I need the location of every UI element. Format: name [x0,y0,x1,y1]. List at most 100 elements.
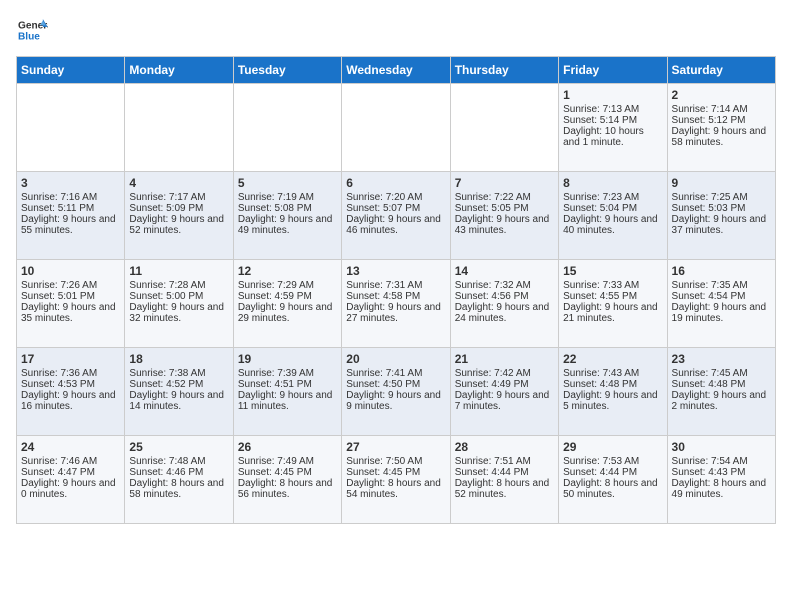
day-info: Sunrise: 7:54 AM [672,456,771,467]
day-info: Daylight: 9 hours and 46 minutes. [346,214,445,236]
calendar-week-row: 10Sunrise: 7:26 AMSunset: 5:01 PMDayligh… [17,260,776,348]
day-info: Sunset: 4:46 PM [129,467,228,478]
day-number: 14 [455,264,554,278]
day-info: Sunrise: 7:25 AM [672,192,771,203]
day-number: 4 [129,176,228,190]
day-info: Sunrise: 7:36 AM [21,368,120,379]
day-info: Sunrise: 7:49 AM [238,456,337,467]
day-number: 3 [21,176,120,190]
calendar-week-row: 3Sunrise: 7:16 AMSunset: 5:11 PMDaylight… [17,172,776,260]
day-info: Daylight: 9 hours and 7 minutes. [455,390,554,412]
day-info: Daylight: 9 hours and 2 minutes. [672,390,771,412]
calendar-cell: 6Sunrise: 7:20 AMSunset: 5:07 PMDaylight… [342,172,450,260]
day-info: Sunset: 4:44 PM [455,467,554,478]
day-info: Sunset: 4:52 PM [129,379,228,390]
calendar-cell [17,84,125,172]
calendar-cell [342,84,450,172]
day-info: Sunrise: 7:48 AM [129,456,228,467]
calendar-cell: 7Sunrise: 7:22 AMSunset: 5:05 PMDaylight… [450,172,558,260]
day-number: 11 [129,264,228,278]
day-info: Sunset: 4:50 PM [346,379,445,390]
day-info: Sunrise: 7:41 AM [346,368,445,379]
day-info: Daylight: 9 hours and 24 minutes. [455,302,554,324]
day-info: Daylight: 9 hours and 32 minutes. [129,302,228,324]
day-info: Daylight: 9 hours and 27 minutes. [346,302,445,324]
day-info: Sunset: 5:12 PM [672,115,771,126]
day-info: Sunset: 4:53 PM [21,379,120,390]
day-info: Sunrise: 7:19 AM [238,192,337,203]
day-info: Sunrise: 7:43 AM [563,368,662,379]
day-info: Daylight: 9 hours and 55 minutes. [21,214,120,236]
day-info: Daylight: 9 hours and 5 minutes. [563,390,662,412]
day-info: Sunset: 4:44 PM [563,467,662,478]
day-info: Sunset: 4:56 PM [455,291,554,302]
day-info: Sunset: 4:55 PM [563,291,662,302]
logo: General Blue [16,16,48,44]
day-number: 19 [238,352,337,366]
calendar-cell: 29Sunrise: 7:53 AMSunset: 4:44 PMDayligh… [559,436,667,524]
day-number: 2 [672,88,771,102]
day-info: Sunset: 5:05 PM [455,203,554,214]
day-info: Sunrise: 7:35 AM [672,280,771,291]
day-info: Sunset: 5:11 PM [21,203,120,214]
calendar-week-row: 24Sunrise: 7:46 AMSunset: 4:47 PMDayligh… [17,436,776,524]
calendar-day-header: Sunday [17,57,125,84]
calendar-cell: 13Sunrise: 7:31 AMSunset: 4:58 PMDayligh… [342,260,450,348]
day-number: 1 [563,88,662,102]
calendar-day-header: Tuesday [233,57,341,84]
day-info: Sunset: 4:45 PM [346,467,445,478]
calendar-cell: 25Sunrise: 7:48 AMSunset: 4:46 PMDayligh… [125,436,233,524]
day-info: Daylight: 9 hours and 11 minutes. [238,390,337,412]
day-number: 15 [563,264,662,278]
day-number: 10 [21,264,120,278]
day-info: Sunset: 4:47 PM [21,467,120,478]
day-number: 27 [346,440,445,454]
calendar-cell: 23Sunrise: 7:45 AMSunset: 4:48 PMDayligh… [667,348,775,436]
day-number: 20 [346,352,445,366]
day-number: 9 [672,176,771,190]
day-info: Daylight: 8 hours and 56 minutes. [238,478,337,500]
day-number: 7 [455,176,554,190]
calendar-cell: 19Sunrise: 7:39 AMSunset: 4:51 PMDayligh… [233,348,341,436]
day-info: Sunrise: 7:22 AM [455,192,554,203]
day-info: Sunrise: 7:13 AM [563,104,662,115]
calendar-cell: 9Sunrise: 7:25 AMSunset: 5:03 PMDaylight… [667,172,775,260]
calendar-cell: 12Sunrise: 7:29 AMSunset: 4:59 PMDayligh… [233,260,341,348]
calendar-cell [450,84,558,172]
calendar-cell: 17 Sunrise: 7:36 AMSunset: 4:53 PMDayligh… [17,348,125,436]
day-info: Sunrise: 7:50 AM [346,456,445,467]
day-info: Sunrise: 7:29 AM [238,280,337,291]
svg-text:Blue: Blue [18,31,40,42]
day-number: 8 [563,176,662,190]
calendar-cell: 26Sunrise: 7:49 AMSunset: 4:45 PMDayligh… [233,436,341,524]
header: General Blue [16,16,776,44]
day-number: 5 [238,176,337,190]
day-info: Sunset: 4:54 PM [672,291,771,302]
calendar-cell: 14Sunrise: 7:32 AMSunset: 4:56 PMDayligh… [450,260,558,348]
calendar-body: 1 Sunrise: 7:13 AMSunset: 5:14 PM Daylight… [17,84,776,524]
day-info: Sunrise: 7:39 AM [238,368,337,379]
day-info: Sunset: 5:09 PM [129,203,228,214]
day-info: Sunset: 4:48 PM [563,379,662,390]
day-number: 17 [21,352,120,366]
day-info: Daylight: 9 hours and 49 minutes. [238,214,337,236]
day-number: 30 [672,440,771,454]
calendar-cell: 5 Sunrise: 7:19 AMSunset: 5:08 PMDaylight… [233,172,341,260]
day-number: 26 [238,440,337,454]
calendar-cell: 24Sunrise: 7:46 AMSunset: 4:47 PMDayligh… [17,436,125,524]
day-info: Sunset: 5:08 PM [238,203,337,214]
calendar-cell: 2Sunrise: 7:14 AMSunset: 5:12 PMDaylight… [667,84,775,172]
day-info: Sunset: 5:04 PM [563,203,662,214]
calendar-day-header: Thursday [450,57,558,84]
day-number: 18 [129,352,228,366]
calendar-cell: 18Sunrise: 7:38 AMSunset: 4:52 PMDayligh… [125,348,233,436]
calendar-cell: 22Sunrise: 7:43 AMSunset: 4:48 PMDayligh… [559,348,667,436]
day-info: Daylight: 9 hours and 52 minutes. [129,214,228,236]
day-info: Sunrise: 7:23 AM [563,192,662,203]
day-info: Daylight: 8 hours and 52 minutes. [455,478,554,500]
day-info: Sunrise: 7:51 AM [455,456,554,467]
day-info: Sunset: 5:14 PM [563,115,662,126]
day-info: Sunrise: 7:17 AM [129,192,228,203]
day-info: Sunrise: 7:42 AM [455,368,554,379]
day-info: Daylight: 9 hours and 16 minutes. [21,390,120,412]
